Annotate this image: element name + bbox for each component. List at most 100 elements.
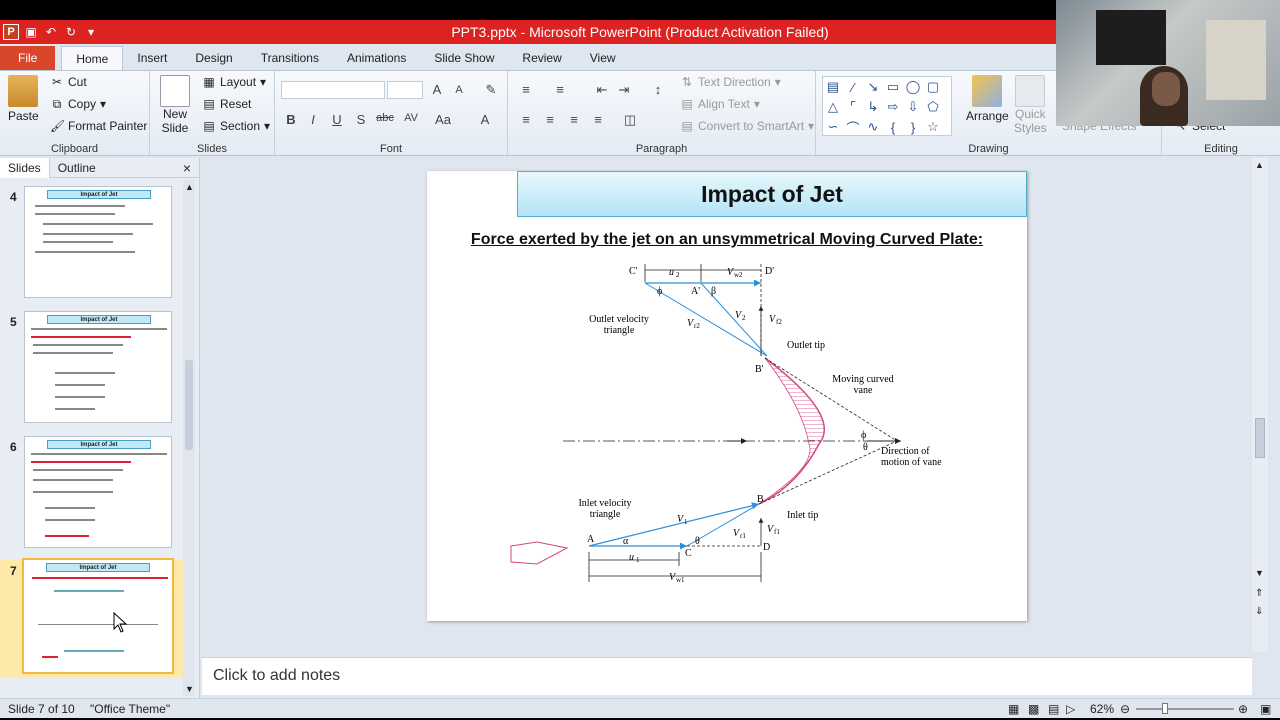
convert-smartart-button[interactable]: ▤ Convert to SmartArt ▾ — [680, 119, 814, 133]
arrange-button[interactable]: Arrange — [966, 75, 1009, 123]
down-arrow-shape-icon[interactable]: ⇩ — [903, 97, 923, 117]
scroll-down-icon[interactable]: ▼ — [185, 684, 194, 694]
textbox-shape-icon[interactable]: ▤ — [823, 77, 843, 97]
fit-slide-icon[interactable]: ▣ — [1260, 702, 1271, 716]
oval-shape-icon[interactable]: ◯ — [903, 77, 923, 97]
slide-title-box[interactable]: Impact of Jet — [517, 171, 1027, 217]
justify-icon[interactable]: ≡ — [588, 112, 608, 127]
align-left-icon[interactable]: ≡ — [516, 112, 536, 127]
clear-formatting-icon[interactable]: ✎ — [481, 82, 501, 98]
elbow-shape-icon[interactable]: ⌜ — [843, 97, 863, 117]
slides-pane-scrollbar[interactable]: ▲ ▼ — [183, 180, 195, 696]
char-spacing-icon[interactable]: AV — [401, 112, 421, 124]
normal-view-icon[interactable]: ▦ — [1008, 702, 1019, 716]
decrease-indent-icon[interactable]: ⇤ — [592, 82, 612, 98]
align-text-button[interactable]: ▤ Align Text ▾ — [680, 97, 760, 111]
copy-button[interactable]: ⧉ Copy ▾ — [50, 97, 106, 111]
previous-slide-icon[interactable]: ⇑ — [1255, 588, 1263, 599]
paste-button[interactable]: Paste — [8, 75, 39, 123]
slide-subtitle[interactable]: Force exerted by the jet on an unsymmetr… — [427, 231, 1027, 249]
next-slide-icon[interactable]: ⇓ — [1255, 606, 1263, 617]
shapes-gallery[interactable]: ▤ ∕ ↘ ▭ ◯ ▢ △ ⌜ ↳ ⇨ ⇩ ⬠ ∽ ⌒ ∿{} ☆ — [822, 76, 952, 136]
reset-button[interactable]: ▤ Reset — [202, 97, 251, 111]
bold-icon[interactable]: B — [281, 112, 301, 127]
brace-left-shape-icon[interactable]: { — [883, 117, 903, 137]
font-name-combo[interactable] — [281, 81, 385, 99]
zoom-slider-handle[interactable] — [1162, 703, 1168, 714]
slide-thumbnail-6[interactable]: 6 Impact of Jet — [0, 436, 184, 554]
zoom-level[interactable]: 62% — [1090, 702, 1114, 716]
arc-shape-icon[interactable]: ⌒ — [843, 117, 863, 137]
tab-insert[interactable]: Insert — [123, 46, 181, 70]
tab-design[interactable]: Design — [181, 46, 246, 70]
arrow-shape-icon[interactable]: ↘ — [863, 77, 883, 97]
tab-transitions[interactable]: Transitions — [247, 46, 333, 70]
notes-placeholder[interactable]: Click to add notes — [213, 667, 340, 685]
star-shape-icon[interactable]: ☆ — [923, 117, 943, 137]
strikethrough-icon[interactable]: abc — [375, 112, 395, 124]
line-spacing-icon[interactable]: ↕ — [648, 82, 668, 97]
tab-home[interactable]: Home — [61, 46, 124, 70]
pentagon-shape-icon[interactable]: ⬠ — [923, 97, 943, 117]
tab-slides-pane[interactable]: Slides — [0, 157, 50, 178]
scroll-up-icon[interactable]: ▲ — [185, 182, 194, 192]
text-direction-button[interactable]: ⇅ Text Direction ▾ — [680, 75, 781, 89]
cut-button[interactable]: ✂ Cut — [50, 75, 87, 89]
line-shape-icon[interactable]: ∕ — [843, 77, 863, 97]
scroll-down-icon[interactable]: ▼ — [1255, 568, 1264, 578]
zoom-slider[interactable] — [1136, 708, 1234, 710]
tab-animations[interactable]: Animations — [333, 46, 420, 70]
format-painter-button[interactable]: 🖌 Format Painter — [50, 119, 147, 133]
slide-thumbnail-7[interactable]: 7 Impact of Jet — [0, 558, 184, 678]
right-arrow-shape-icon[interactable]: ⇨ — [883, 97, 903, 117]
svg-text:2: 2 — [742, 314, 746, 322]
zoom-in-icon[interactable]: ⊕ — [1238, 702, 1248, 716]
tab-outline-pane[interactable]: Outline — [50, 158, 104, 178]
tab-view[interactable]: View — [576, 46, 630, 70]
bullets-icon[interactable]: ≡ — [516, 82, 536, 97]
shrink-font-icon[interactable]: A — [449, 84, 469, 96]
elbow-arrow-shape-icon[interactable]: ↳ — [863, 97, 883, 117]
scroll-up-icon[interactable]: ▲ — [1255, 160, 1264, 170]
jet-curved-plate-diagram[interactable]: C' D' u 2 V w2 A' ϕ β Outlet velocity tr… — [497, 256, 957, 596]
close-pane-icon[interactable]: × — [183, 160, 191, 176]
reading-view-icon[interactable]: ▤ — [1048, 702, 1059, 716]
columns-icon[interactable]: ◫ — [620, 112, 640, 128]
slide-sorter-icon[interactable]: ▩ — [1028, 702, 1039, 716]
italic-icon[interactable]: I — [303, 112, 323, 127]
shadow-icon[interactable]: S — [351, 112, 371, 127]
slide-thumbnail-4[interactable]: 4 Impact of Jet — [0, 186, 184, 304]
outlet-v2-line — [644, 282, 768, 357]
align-right-icon[interactable]: ≡ — [564, 112, 584, 127]
new-slide-button[interactable]: New Slide — [160, 75, 190, 135]
underline-icon[interactable]: U — [327, 112, 347, 127]
brace-right-shape-icon[interactable]: } — [903, 117, 923, 137]
slide-show-icon[interactable]: ▷ — [1066, 702, 1075, 716]
font-color-icon[interactable]: A — [475, 112, 495, 127]
slide-thumbnail-5[interactable]: 5 Impact of Jet — [0, 311, 184, 429]
section-button[interactable]: ▤ Section ▾ — [202, 119, 270, 133]
tab-review[interactable]: Review — [508, 46, 575, 70]
increase-indent-icon[interactable]: ⇥ — [614, 82, 634, 98]
freeform-shape-icon[interactable]: ∿ — [863, 117, 883, 137]
svg-text:Outlet tip: Outlet tip — [787, 340, 825, 351]
tab-file[interactable]: File — [0, 46, 56, 70]
layout-button[interactable]: ▦ Layout ▾ — [202, 75, 266, 89]
tab-slide-show[interactable]: Slide Show — [420, 46, 508, 70]
rectangle-shape-icon[interactable]: ▭ — [883, 77, 903, 97]
align-center-icon[interactable]: ≡ — [540, 112, 560, 127]
scrollbar-thumb[interactable] — [1255, 418, 1265, 458]
numbering-icon[interactable]: ≡ — [550, 82, 570, 97]
grow-font-icon[interactable]: A — [427, 82, 447, 97]
rounded-rect-shape-icon[interactable]: ▢ — [923, 77, 943, 97]
curve-shape-icon[interactable]: ∽ — [823, 117, 843, 137]
slide-canvas[interactable]: Impact of Jet Force exerted by the jet o… — [427, 171, 1027, 621]
scrollbar-thumb[interactable] — [185, 360, 193, 450]
triangle-shape-icon[interactable]: △ — [823, 97, 843, 117]
notes-pane[interactable]: Click to add notes — [202, 657, 1252, 695]
slide-area-scrollbar[interactable]: ▲ ▼ ⇑ ⇓ — [1252, 158, 1268, 652]
quick-styles-button[interactable]: Quick Styles — [1014, 75, 1047, 135]
font-size-combo[interactable] — [387, 81, 423, 99]
change-case-icon[interactable]: Aa — [433, 112, 453, 127]
zoom-out-icon[interactable]: ⊖ — [1120, 702, 1130, 716]
